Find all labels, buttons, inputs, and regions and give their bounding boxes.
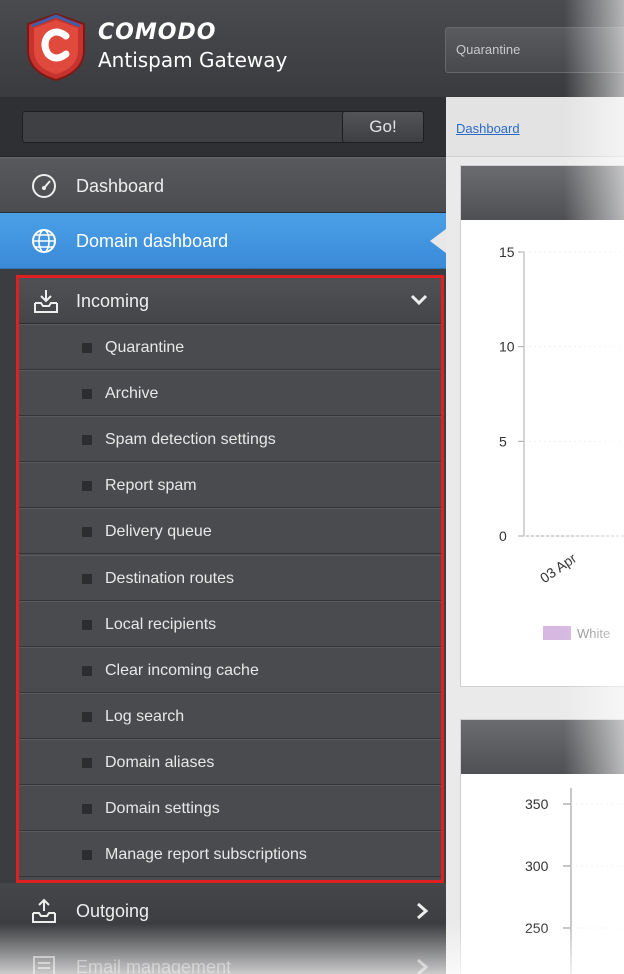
legend-swatch: [543, 626, 571, 640]
legend-label: White: [577, 626, 610, 641]
breadcrumb-link-dashboard[interactable]: Dashboard: [456, 121, 520, 136]
bullet-icon: [82, 481, 92, 492]
sidebar: Go! Dashboard Domain dashboard Incoming …: [0, 97, 446, 974]
sidebar-item-label: Dashboard: [76, 176, 165, 196]
bullet-icon: [82, 435, 92, 446]
sidebar-item-label: Outgoing: [76, 901, 150, 921]
incoming-section: Incoming Quarantine Archive Spam detection…: [16, 275, 444, 883]
sidebar-subitem[interactable]: Report spam: [19, 462, 441, 509]
y-tick-label: 0: [499, 528, 507, 544]
sidebar-item-label: Email management: [76, 957, 232, 974]
y-tick-label: 15: [499, 244, 515, 260]
search-input[interactable]: [22, 111, 346, 143]
sidebar-subitem-label: Domain aliases: [105, 753, 215, 771]
sidebar-subitem-label: Delivery queue: [105, 523, 212, 541]
product-name: Antispam Gateway: [98, 48, 288, 72]
y-tick-label: 350: [525, 796, 549, 812]
sidebar-subitem-label: Archive: [105, 385, 159, 403]
breadcrumb: Dashboard: [446, 97, 624, 157]
chart-panel-1: 15 10 5 0 03 Apr White: [460, 165, 624, 687]
sidebar-subitem[interactable]: Clear incoming cache: [19, 646, 441, 693]
brand-name: COMODO: [98, 20, 217, 45]
bar-chart: 15 10 5 0 03 Apr White: [499, 244, 624, 641]
sidebar-subitem-label: Local recipients: [105, 615, 217, 633]
sidebar-subitem[interactable]: Manage report subscriptions: [19, 831, 441, 878]
chevron-down-icon[interactable]: [409, 290, 429, 310]
bullet-icon: [82, 804, 92, 814]
active-pointer-icon: [430, 229, 446, 253]
chevron-right-icon: [417, 958, 429, 974]
go-button[interactable]: Go!: [342, 111, 424, 143]
y-tick-label: 250: [525, 920, 549, 936]
sidebar-item-email-management[interactable]: Email management: [0, 939, 446, 974]
panel-header: [461, 720, 624, 774]
line-chart: 350 300 250: [525, 788, 624, 974]
bullet-icon: [82, 343, 92, 353]
sidebar-subitem-label: Quarantine: [105, 339, 185, 356]
chevron-right-icon: [417, 902, 429, 920]
sidebar-item-label: Domain dashboard: [76, 231, 229, 251]
outbox-upload-icon: [32, 898, 56, 923]
sidebar-subitem[interactable]: Domain settings: [19, 785, 441, 831]
sidebar-item-incoming[interactable]: Incoming: [19, 278, 441, 324]
sidebar-subitem[interactable]: Local recipients: [19, 600, 441, 647]
main-content: Dashboard 15 10 5 0 03 Apr White 350 300 250: [446, 97, 624, 974]
sidebar-subitem-label: Clear incoming cache: [105, 661, 259, 679]
sidebar-subitem-label: Log search: [105, 707, 185, 725]
bullet-icon: [82, 573, 92, 584]
bullet-icon: [82, 389, 92, 400]
sidebar-item-outgoing[interactable]: Outgoing: [0, 883, 446, 939]
sidebar-subitem[interactable]: Log search: [19, 692, 441, 739]
sidebar-item-domain-dashboard[interactable]: Domain dashboard: [0, 213, 446, 269]
sidebar-subitem-label: Domain settings: [105, 800, 220, 817]
bullet-icon: [82, 757, 92, 768]
comodo-logo-icon: [27, 12, 85, 82]
sidebar-subitem-label: Manage report subscriptions: [105, 846, 307, 864]
x-tick-label: 03 Apr: [537, 550, 580, 587]
globe-icon: [32, 229, 56, 253]
sidebar-item-dashboard[interactable]: Dashboard: [0, 157, 446, 213]
bullet-icon: [82, 527, 92, 538]
sidebar-subitem[interactable]: Spam detection settings: [19, 416, 441, 463]
sidebar-subitem-label: Report spam: [105, 477, 197, 495]
sidebar-subitem-label: Spam detection settings: [105, 431, 276, 449]
bullet-icon: [82, 665, 92, 676]
bullet-icon: [82, 711, 92, 722]
panel-header: [461, 166, 624, 220]
sidebar-subitem[interactable]: Archive: [19, 370, 441, 417]
y-tick-label: 5: [499, 433, 507, 449]
y-tick-label: 10: [499, 339, 515, 355]
sidebar-search: Go!: [0, 97, 446, 157]
inbox-download-icon: [34, 290, 58, 313]
sidebar-subitem-label: Destination routes: [105, 569, 234, 587]
speedometer-icon: [32, 174, 56, 198]
chart-panel-2: 350 300 250: [460, 719, 624, 974]
sidebar-subitem[interactable]: Quarantine: [19, 324, 441, 370]
sidebar-item-label: Incoming: [76, 291, 150, 311]
tab-quarantine[interactable]: Quarantine: [445, 27, 624, 73]
y-tick-label: 300: [525, 858, 549, 874]
bullet-icon: [82, 850, 92, 861]
sidebar-subitem[interactable]: Destination routes: [19, 554, 441, 601]
bullet-icon: [82, 619, 92, 630]
email-management-icon: [33, 956, 55, 974]
sidebar-subitem[interactable]: Delivery queue: [19, 508, 441, 555]
top-header: COMODO Antispam Gateway Quarantine: [0, 0, 624, 97]
sidebar-subitem[interactable]: Domain aliases: [19, 738, 441, 785]
